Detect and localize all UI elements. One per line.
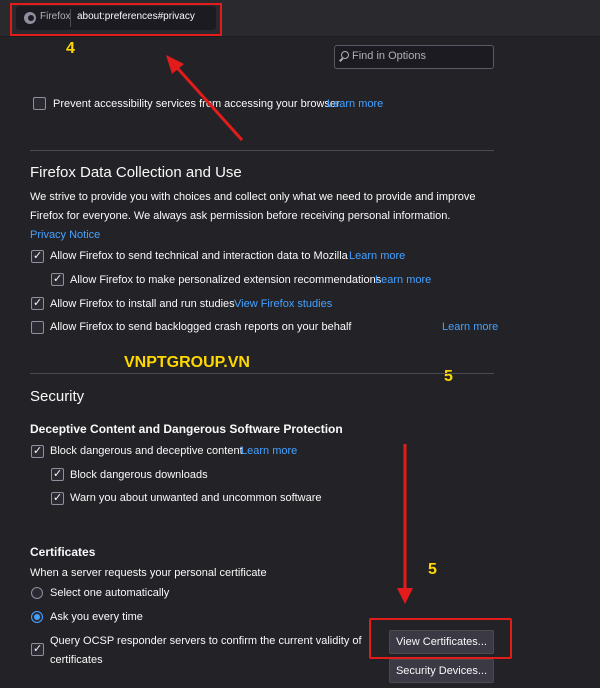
arrow-to-certificates xyxy=(397,444,413,604)
arrow-to-url xyxy=(166,55,244,142)
annotation-arrows xyxy=(166,55,413,604)
